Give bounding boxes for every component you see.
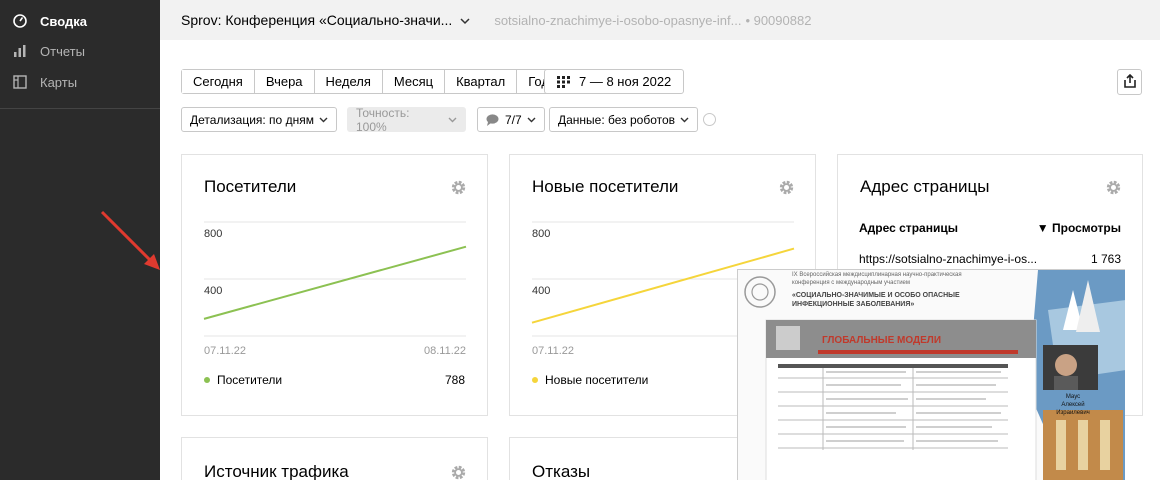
accuracy-select[interactable]: Точность: 100% bbox=[347, 105, 466, 134]
slide-title: ГЛОБАЛЬНЫЕ МОДЕЛИ bbox=[822, 335, 941, 346]
table-row[interactable]: https://sotsialno-znachimye-i-os... 1 76… bbox=[859, 252, 1121, 266]
period-yesterday-button[interactable]: Вчера bbox=[254, 70, 315, 93]
period-quarter-button[interactable]: Квартал bbox=[445, 70, 518, 93]
data-filter-select[interactable]: Данные: без роботов bbox=[549, 107, 699, 132]
table-header: Адрес страницы ▼ Просмотры bbox=[859, 221, 1121, 235]
legend-dot bbox=[204, 377, 210, 383]
series-line-visitors bbox=[203, 245, 467, 320]
slide-header-line: ИНФЕКЦИОННЫЕ ЗАБОЛЕВАНИЯ» bbox=[792, 301, 914, 308]
dashboard-icon bbox=[12, 13, 28, 29]
x-tick-label: 08.11.22 bbox=[424, 345, 466, 357]
calendar-icon bbox=[557, 75, 571, 88]
chevron-down-icon[interactable] bbox=[460, 13, 470, 28]
sidebar-item-label: Сводка bbox=[40, 13, 87, 29]
gear-icon[interactable] bbox=[450, 464, 467, 480]
map-icon bbox=[12, 74, 28, 90]
page-url[interactable]: https://sotsialno-znachimye-i-os... bbox=[859, 252, 1037, 266]
widget-title: Источник трафика bbox=[204, 462, 349, 480]
column-header[interactable]: Адрес страницы bbox=[859, 221, 958, 235]
sidebar-divider bbox=[0, 108, 160, 109]
info-icon[interactable] bbox=[703, 113, 716, 126]
counter-url: sotsialno-znachimye-i-osobo-opasnye-inf.… bbox=[494, 12, 742, 28]
y-tick-label: 400 bbox=[204, 285, 222, 297]
sidebar-item-reports[interactable]: Отчеты bbox=[0, 36, 160, 66]
share-icon bbox=[1123, 73, 1136, 91]
counter-selector[interactable]: Sprov: Конференция «Социально-значи... bbox=[181, 12, 452, 28]
legend-dot bbox=[532, 377, 538, 383]
speaker-name: Израилевич bbox=[1056, 410, 1090, 416]
period-selector: Сегодня Вчера Неделя Месяц Квартал Год bbox=[181, 69, 561, 94]
chevron-down-icon bbox=[527, 117, 536, 123]
slide-header-line: конференция с международным участием bbox=[792, 280, 910, 286]
pageviews-value: 1 763 bbox=[1090, 252, 1121, 266]
detail-select[interactable]: Детализация: по дням bbox=[181, 107, 337, 132]
legend-label: Новые посетители bbox=[545, 373, 649, 387]
sidebar-item-summary[interactable]: Сводка bbox=[0, 6, 160, 36]
legend-value: 788 bbox=[444, 373, 465, 387]
data-filter-label: Данные: без роботов bbox=[558, 112, 676, 127]
segments-select[interactable]: 7/7 bbox=[477, 107, 545, 132]
widget-title: Отказы bbox=[532, 462, 591, 480]
slide-header-line: IX Всероссийская междисциплинарная научн… bbox=[792, 271, 962, 278]
legend-item[interactable]: Посетители bbox=[204, 373, 282, 387]
speaker-name: Маус bbox=[1066, 394, 1080, 400]
bar-chart-icon bbox=[12, 43, 28, 59]
traffic-source-widget: Источник трафика bbox=[181, 437, 488, 480]
sidebar-item-label: Карты bbox=[40, 74, 78, 90]
chevron-down-icon bbox=[319, 117, 328, 123]
sidebar-item-maps[interactable]: Карты bbox=[0, 67, 160, 97]
red-arrow-annotation bbox=[100, 210, 160, 270]
conference-video-overlay[interactable]: IX Всероссийская междисциплинарная научн… bbox=[737, 269, 1125, 480]
gear-icon[interactable] bbox=[1105, 179, 1122, 199]
y-tick-label: 800 bbox=[204, 228, 222, 240]
period-week-button[interactable]: Неделя bbox=[314, 70, 383, 93]
slide-image: IX Всероссийская междисциплинарная научн… bbox=[738, 270, 1125, 480]
export-button[interactable] bbox=[1117, 69, 1142, 95]
visitors-widget: Посетители 800 400 07.11.22 08.11.22 Пос… bbox=[181, 154, 488, 416]
y-tick-label: 400 bbox=[532, 285, 550, 297]
date-range-button[interactable]: 7 — 8 ноя 2022 bbox=[544, 69, 685, 94]
date-range-label: 7 — 8 ноя 2022 bbox=[579, 74, 672, 89]
column-header-sorted[interactable]: ▼ Просмотры bbox=[1037, 221, 1121, 235]
period-today-button[interactable]: Сегодня bbox=[182, 70, 255, 93]
x-tick-label: 07.11.22 bbox=[204, 345, 246, 357]
sidebar-item-label: Отчеты bbox=[40, 43, 85, 59]
legend-item[interactable]: Новые посетители bbox=[532, 373, 648, 387]
y-tick-label: 800 bbox=[532, 228, 550, 240]
legend-label: Посетители bbox=[217, 373, 283, 387]
detail-label: Детализация: по дням bbox=[190, 112, 314, 127]
accuracy-label: Точность: 100% bbox=[356, 105, 410, 134]
period-month-button[interactable]: Месяц bbox=[382, 70, 446, 93]
comment-icon bbox=[486, 113, 499, 126]
x-tick-label: 07.11.22 bbox=[532, 345, 574, 357]
segments-label: 7/7 bbox=[505, 112, 522, 127]
counter-id: • 90090882 bbox=[745, 12, 812, 28]
chevron-down-icon bbox=[448, 117, 457, 123]
widget-title: Адрес страницы bbox=[860, 177, 990, 196]
counter-header: Sprov: Конференция «Социально-значи... s… bbox=[160, 0, 1160, 40]
chevron-down-icon bbox=[680, 117, 689, 123]
slide-header-line: «СОЦИАЛЬНО-ЗНАЧИМЫЕ И ОСОБО ОПАСНЫЕ bbox=[792, 292, 960, 299]
speaker-name: Алексей bbox=[1061, 401, 1084, 408]
